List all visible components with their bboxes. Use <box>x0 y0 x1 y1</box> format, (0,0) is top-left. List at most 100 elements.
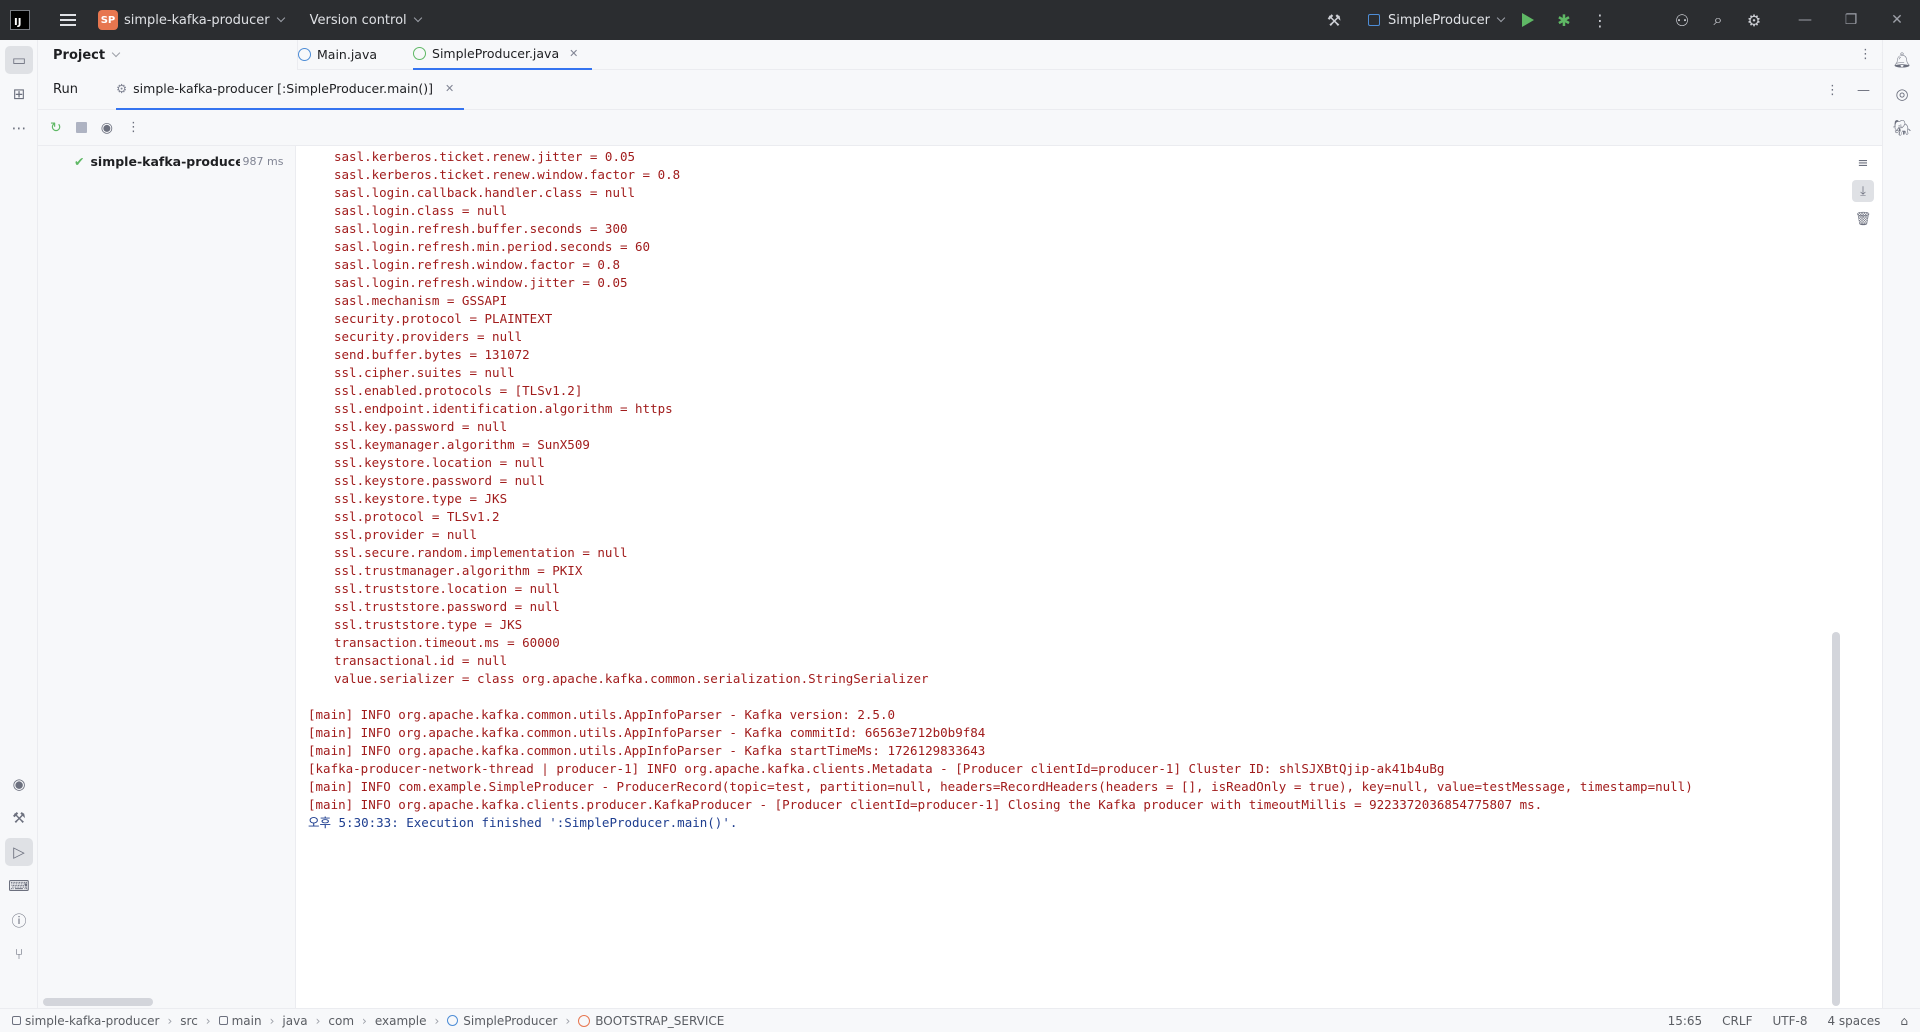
console-line: [main] INFO com.example.SimpleProducer -… <box>308 779 1693 794</box>
console-line: security.protocol = PLAINTEXT <box>334 311 553 326</box>
git-icon[interactable]: ⑂ <box>5 940 33 968</box>
run-tab-label: simple-kafka-producer [:SimpleProducer.m… <box>133 81 434 96</box>
console-line: [main] INFO org.apache.kafka.common.util… <box>308 725 986 740</box>
more-actions-icon[interactable]: ⋮ <box>1582 0 1618 40</box>
console-line: ssl.truststore.location = null <box>334 581 560 596</box>
breadcrumb-item[interactable]: java <box>282 1014 307 1028</box>
console-line: ssl.keymanager.algorithm = SunX509 <box>334 437 590 452</box>
run-button[interactable] <box>1510 0 1546 40</box>
file-encoding[interactable]: UTF-8 <box>1772 1014 1807 1028</box>
settings-gear-icon[interactable]: ⚙ <box>1736 0 1772 40</box>
line-separator[interactable]: CRLF <box>1722 1014 1752 1028</box>
status-bar: simple-kafka-producer › src › main › jav… <box>0 1008 1920 1032</box>
java-class-icon <box>447 1015 459 1026</box>
console-line: sasl.login.callback.handler.class = null <box>334 185 636 200</box>
scroll-to-end-icon[interactable]: ⤓ <box>1852 180 1874 202</box>
clear-trash-icon[interactable]: 🗑︎ <box>1852 208 1874 230</box>
run-panel-title: Run <box>53 82 78 97</box>
run-tab[interactable]: ⚙ simple-kafka-producer [:SimpleProducer… <box>115 70 465 110</box>
notifications-bell-icon[interactable]: 🔔︎ <box>1888 46 1916 74</box>
read-only-lock-icon[interactable]: ⌂ <box>1900 1014 1908 1028</box>
console-line: sasl.kerberos.ticket.renew.window.factor… <box>334 167 681 182</box>
close-run-tab-icon[interactable]: ✕ <box>445 82 454 95</box>
breadcrumb-item[interactable]: SimpleProducer <box>463 1014 557 1028</box>
stop-icon[interactable] <box>75 122 87 133</box>
constant-field-icon <box>578 1014 591 1027</box>
tab-label: Main.java <box>317 47 378 62</box>
project-badge[interactable]: SP <box>98 10 118 30</box>
hide-panel-icon[interactable]: — <box>1857 83 1870 98</box>
close-window-button[interactable]: ✕ <box>1874 0 1920 40</box>
gradle-icon[interactable]: 🐘︎ <box>1888 114 1916 142</box>
search-icon[interactable]: ⌕ <box>1700 0 1736 40</box>
breadcrumb-item[interactable]: src <box>180 1014 198 1028</box>
run-panel-header: Run ⚙ simple-kafka-producer [:SimpleProd… <box>38 70 1882 110</box>
breadcrumb-item[interactable]: example <box>375 1014 427 1028</box>
project-label: Project <box>53 47 106 63</box>
more-options-icon[interactable]: ⋮ <box>127 120 140 135</box>
run-tool-icon[interactable]: ▷ <box>5 838 33 866</box>
title-bar: IJ SP simple-kafka-producer Version cont… <box>0 0 1920 40</box>
caret-position[interactable]: 15:65 <box>1668 1014 1703 1028</box>
vertical-scrollbar[interactable] <box>1832 632 1840 1006</box>
breadcrumb-separator: › <box>362 1013 367 1028</box>
breadcrumb-separator: › <box>565 1013 571 1028</box>
run-config-selector[interactable]: SimpleProducer <box>1368 13 1506 28</box>
project-panel-header[interactable]: Project <box>38 40 298 70</box>
main-menu-button[interactable] <box>48 0 88 40</box>
restore-window-button[interactable]: ❐ <box>1828 0 1874 40</box>
console-line: [main] INFO org.apache.kafka.common.util… <box>308 743 986 758</box>
run-tab-icon: ⚙ <box>115 81 128 96</box>
breadcrumb-separator: › <box>434 1013 440 1028</box>
view-options-eye-icon[interactable]: ◉ <box>101 120 113 136</box>
ai-assistant-icon[interactable]: ◎ <box>1888 80 1916 108</box>
terminal-icon[interactable]: ⌨ <box>5 872 33 900</box>
breadcrumb: simple-kafka-producer › src › main › jav… <box>12 1014 724 1028</box>
run-config-icon <box>1368 14 1380 26</box>
right-tool-strip: 🔔︎ ◎ 🐘︎ <box>1882 40 1920 1008</box>
more-tools-icon[interactable]: ⋯ <box>5 114 33 142</box>
java-class-icon <box>413 47 427 60</box>
tab-options-icon[interactable]: ⋮ <box>1859 47 1872 62</box>
project-folder-icon[interactable]: ▭ <box>5 46 33 74</box>
console-line: [main] INFO org.apache.kafka.common.util… <box>308 707 895 722</box>
console-output[interactable]: sasl.kerberos.ticket.renew.jitter = 0.05… <box>296 146 1844 1008</box>
tab-main-java[interactable]: Main.java <box>298 40 391 70</box>
horizontal-scrollbar[interactable] <box>43 998 153 1006</box>
rerun-icon[interactable]: ↻ <box>50 120 62 136</box>
console-line: ssl.truststore.password = null <box>334 599 560 614</box>
build-tool-icon[interactable]: ⚒ <box>5 804 33 832</box>
problems-icon[interactable]: ⓘ <box>5 906 33 934</box>
folder-icon <box>218 1016 228 1025</box>
tab-label: SimpleProducer.java <box>432 46 560 61</box>
chevron-down-icon <box>276 13 285 23</box>
minimize-window-button[interactable]: — <box>1782 0 1828 40</box>
console-line: sasl.kerberos.ticket.renew.jitter = 0.05 <box>334 149 636 164</box>
chevron-down-icon <box>111 48 121 58</box>
console-line: ssl.keystore.location = null <box>334 455 545 470</box>
debug-button[interactable]: ✱ <box>1546 0 1582 40</box>
intellij-logo-icon[interactable]: IJ <box>10 10 30 30</box>
build-hammer-icon[interactable]: ⚒ <box>1316 0 1352 40</box>
breadcrumb-item[interactable]: simple-kafka-producer <box>25 1014 159 1028</box>
run-tree-item[interactable]: ✔ simple-kafka-producer [:SimpleProducer… <box>74 154 294 169</box>
console-line: security.providers = null <box>334 329 523 344</box>
console-line: 오후 5:30:33: Execution finished ':SimpleP… <box>308 815 738 830</box>
services-icon[interactable]: ◉ <box>5 770 33 798</box>
breadcrumb-item[interactable]: BOOTSTRAP_SERVICE <box>595 1014 724 1028</box>
breadcrumb-item[interactable]: com <box>328 1014 354 1028</box>
breadcrumb-item[interactable]: main <box>232 1014 262 1028</box>
indent-setting[interactable]: 4 spaces <box>1827 1014 1880 1028</box>
version-control-menu[interactable]: Version control <box>310 13 407 28</box>
tab-simpleproducer-java[interactable]: SimpleProducer.java ✕ <box>413 40 593 70</box>
project-selector[interactable]: simple-kafka-producer <box>124 13 270 28</box>
soft-wrap-icon[interactable]: ≡ <box>1852 152 1874 174</box>
run-duration: 987 ms <box>242 155 284 168</box>
close-tab-icon[interactable]: ✕ <box>569 47 578 60</box>
breadcrumb-separator: › <box>315 1013 321 1028</box>
add-user-icon[interactable]: ⚇ <box>1664 0 1700 40</box>
structure-icon[interactable]: ⊞ <box>5 80 33 108</box>
editor-tab-bar: Main.java SimpleProducer.java ✕ ⋮ <box>298 40 1882 70</box>
console-line: ssl.keystore.type = JKS <box>334 491 508 506</box>
run-options-icon[interactable]: ⋮ <box>1826 83 1839 98</box>
